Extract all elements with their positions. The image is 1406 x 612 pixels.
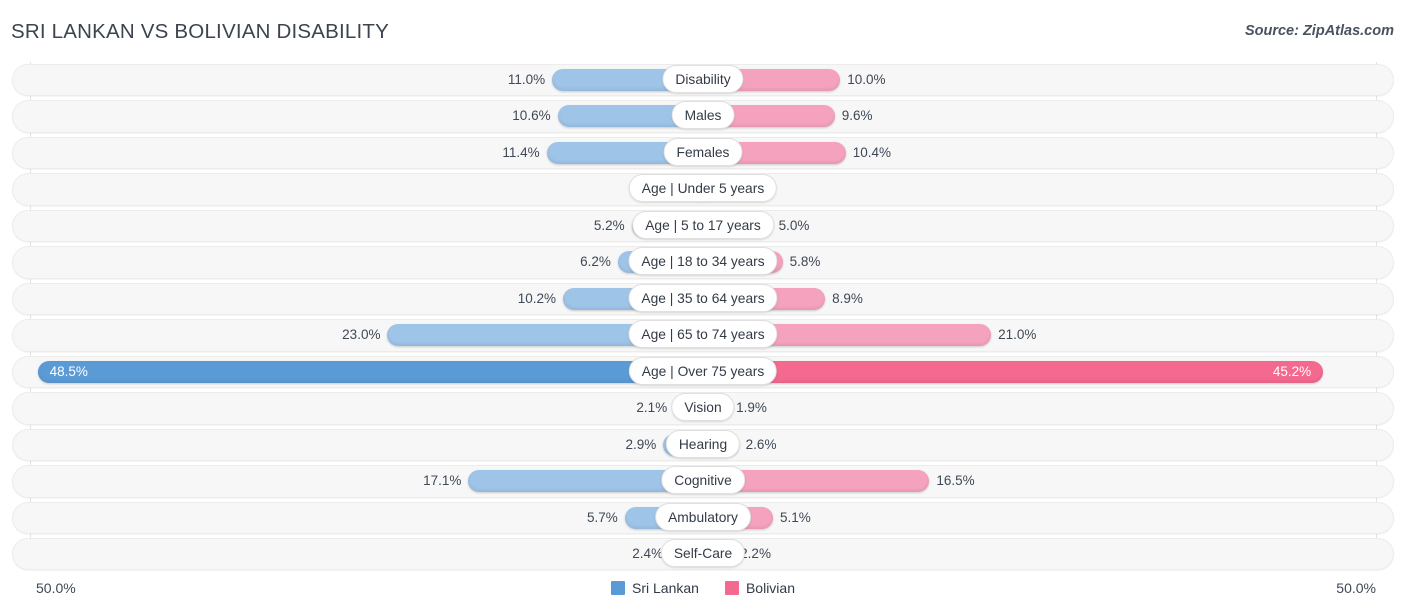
value-label-bolivian: 10.0% [847,72,886,87]
legend-item[interactable]: Sri Lankan [611,580,699,596]
value-label-bolivian: 1.9% [736,400,767,416]
legend-item[interactable]: Bolivian [724,580,795,596]
table-row: 2.4% 2.2% Self-Care [0,536,1406,572]
value-label-bolivian: 16.5% [936,473,975,489]
table-row: 2.1% 1.9% Vision [0,390,1406,426]
row-category-label: Hearing [665,429,741,458]
value-label-bolivian: 5.1% [779,509,811,525]
legend-label: Bolivian [745,580,795,596]
table-row: 6.2% 5.8% Age | 18 to 34 years [0,244,1406,280]
chart-rows: 11.0% 10.0% Disability 10.6% 9.6% Males 11.4% 1… [0,62,1406,572]
legend-label: Sri Lankan [632,580,699,596]
legend-swatch-icon [724,581,739,595]
row-category-label: Age | Under 5 years [628,174,778,203]
value-label-sri-lankan: 6.2% [580,254,611,270]
value-label-sri-lankan: 10.2% [517,290,557,306]
row-category-label: Ambulatory [655,502,751,531]
value-label-bolivian: 8.9% [832,290,863,306]
value-label-bolivian: 45.2% [1272,363,1312,379]
value-label-sri-lankan: 2.4% [632,546,664,562]
table-row: 10.6% 9.6% Males [0,98,1406,134]
value-label-sri-lankan: 11.4% [502,144,540,160]
row-category-label: Females [663,137,743,166]
row-category-label: Age | Over 75 years [628,356,778,385]
value-label-bolivian: 10.4% [852,144,891,160]
chart-header: SRI LANKAN VS BOLIVIAN DISABILITY Source… [0,0,1406,62]
table-row: 48.5% 45.2% Age | Over 75 years [0,354,1406,390]
row-category-label: Age | 35 to 64 years [628,283,778,312]
row-category-label: Vision [671,393,735,422]
value-label-sri-lankan: 11.0% [507,72,546,87]
table-row: 10.2% 8.9% Age | 35 to 64 years [0,281,1406,317]
legend-swatch-icon [611,581,626,595]
row-category-label: Self-Care [660,539,746,568]
value-label-sri-lankan: 5.2% [593,217,625,233]
value-label-bolivian: 5.0% [778,217,810,233]
value-label-sri-lankan: 48.5% [49,363,88,379]
source-attribution: Source: ZipAtlas.com [1244,23,1394,39]
diverging-bar-chart: 11.0% 10.0% Disability 10.6% 9.6% Males 11.4% 1… [0,62,1406,572]
chart-footer: 50.0% 50.0% Sri Lankan Bolivian [0,572,1406,612]
value-label-sri-lankan: 5.7% [587,509,618,525]
table-row: 2.9% 2.6% Hearing [0,427,1406,463]
value-label-sri-lankan: 17.1% [423,473,462,489]
value-label-bolivian: 5.8% [789,254,821,270]
table-row: 11.4% 10.4% Females [0,135,1406,171]
row-category-label: Age | 18 to 34 years [628,247,778,276]
table-row: 17.1% 16.5% Cognitive [0,463,1406,499]
value-label-sri-lankan: 23.0% [342,327,381,343]
table-row: 5.7% 5.1% Ambulatory [0,500,1406,536]
chart-legend: Sri Lankan Bolivian [0,580,1406,596]
value-label-bolivian: 9.6% [841,108,873,124]
value-label-sri-lankan: 2.1% [636,400,668,416]
page-title: SRI LANKAN VS BOLIVIAN DISABILITY [11,20,390,43]
table-row: 23.0% 21.0% Age | 65 to 74 years [0,317,1406,353]
value-label-bolivian: 21.0% [998,327,1037,343]
table-row: 1.1%1.0%Age | Under 5 years [0,171,1406,207]
value-label-bolivian: 2.2% [740,546,771,562]
row-category-label: Age | 65 to 74 years [628,320,778,349]
value-label-sri-lankan: 10.6% [512,108,551,124]
row-category-label: Cognitive [661,466,745,495]
table-row: 11.0% 10.0% Disability [0,62,1406,98]
value-label-sri-lankan: 2.9% [625,436,657,452]
row-category-label: Disability [662,65,744,93]
value-label-bolivian: 2.6% [745,436,777,452]
row-category-label: Males [671,101,735,130]
table-row: 5.2% 5.0% Age | 5 to 17 years [0,208,1406,244]
row-category-label: Age | 5 to 17 years [632,210,774,239]
